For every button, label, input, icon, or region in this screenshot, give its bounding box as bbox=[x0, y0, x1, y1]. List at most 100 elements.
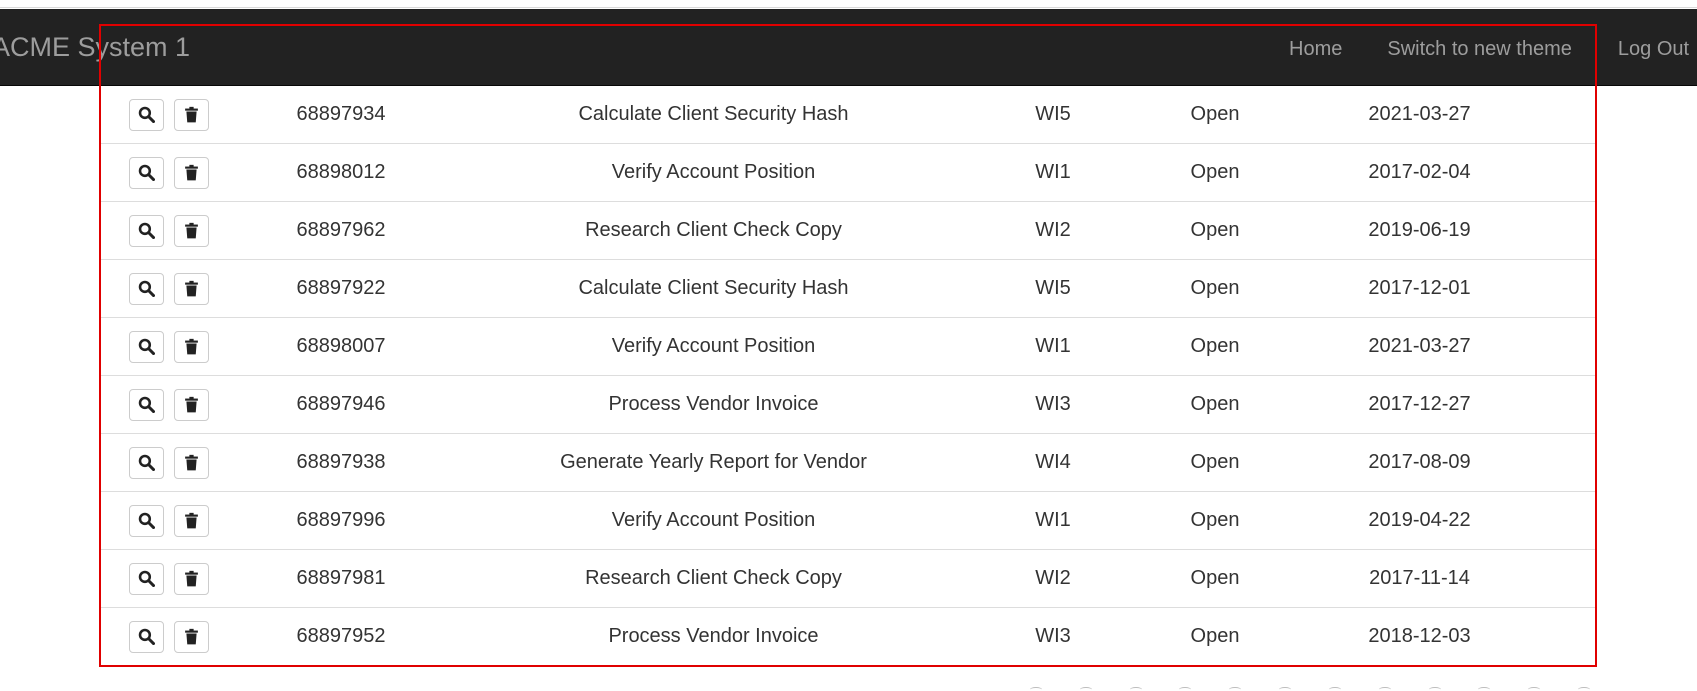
trash-icon bbox=[184, 338, 198, 355]
work-item-status: Open bbox=[1124, 143, 1306, 202]
delete-button[interactable] bbox=[173, 272, 209, 305]
work-item-id: 68897938 bbox=[237, 433, 445, 492]
trash-icon bbox=[184, 512, 198, 529]
work-item-id: 68897922 bbox=[237, 259, 445, 318]
work-item-description: Verify Account Position bbox=[445, 491, 982, 550]
view-button[interactable] bbox=[129, 620, 165, 653]
page: ACME System 1 Home Switch to new theme L… bbox=[0, 0, 1697, 691]
trash-icon bbox=[184, 570, 198, 587]
search-icon bbox=[138, 396, 156, 413]
work-item-id: 68897946 bbox=[237, 375, 445, 434]
table-row: 68897922 Calculate Client Security Hash … bbox=[101, 259, 1597, 318]
row-spacer bbox=[1533, 375, 1597, 434]
work-item-date: 2019-06-19 bbox=[1306, 201, 1533, 260]
view-button[interactable] bbox=[129, 98, 165, 131]
work-item-id: 68897962 bbox=[237, 201, 445, 260]
row-actions bbox=[101, 259, 237, 318]
work-items-table: 68897934 Calculate Client Security Hash … bbox=[101, 86, 1597, 666]
table-row: 68898012 Verify Account Position WI1 Ope… bbox=[101, 143, 1597, 202]
table-row: 68897938 Generate Yearly Report for Vend… bbox=[101, 433, 1597, 492]
work-item-id: 68898012 bbox=[237, 143, 445, 202]
work-item-id: 68897996 bbox=[237, 491, 445, 550]
work-item-type: WI3 bbox=[982, 375, 1124, 434]
table-row: 68897996 Verify Account Position WI1 Ope… bbox=[101, 491, 1597, 550]
row-actions bbox=[101, 375, 237, 434]
work-item-id: 68897981 bbox=[237, 549, 445, 608]
row-spacer bbox=[1533, 143, 1597, 202]
search-icon bbox=[138, 280, 156, 297]
work-item-status: Open bbox=[1124, 375, 1306, 434]
row-actions bbox=[101, 491, 237, 550]
row-actions bbox=[101, 317, 237, 376]
work-item-description: Process Vendor Invoice bbox=[445, 375, 982, 434]
delete-button[interactable] bbox=[173, 98, 209, 131]
trash-icon bbox=[184, 628, 198, 645]
work-item-type: WI1 bbox=[982, 317, 1124, 376]
browser-top-strip bbox=[0, 0, 1697, 8]
row-actions bbox=[101, 433, 237, 492]
work-item-type: WI1 bbox=[982, 491, 1124, 550]
search-icon bbox=[138, 222, 156, 239]
work-item-type: WI1 bbox=[982, 143, 1124, 202]
work-item-status: Open bbox=[1124, 549, 1306, 608]
search-icon bbox=[138, 338, 156, 355]
view-button[interactable] bbox=[129, 214, 165, 247]
row-spacer bbox=[1533, 433, 1597, 492]
work-item-date: 2017-12-01 bbox=[1306, 259, 1533, 318]
work-item-type: WI3 bbox=[982, 607, 1124, 666]
view-button[interactable] bbox=[129, 330, 165, 363]
row-actions bbox=[101, 607, 237, 666]
work-item-date: 2021-03-27 bbox=[1306, 317, 1533, 376]
delete-button[interactable] bbox=[173, 562, 209, 595]
table-row: 68897934 Calculate Client Security Hash … bbox=[101, 86, 1597, 144]
work-item-status: Open bbox=[1124, 433, 1306, 492]
work-item-description: Calculate Client Security Hash bbox=[445, 259, 982, 318]
view-button[interactable] bbox=[129, 272, 165, 305]
table-row: 68897981 Research Client Check Copy WI2 … bbox=[101, 549, 1597, 608]
work-item-type: WI5 bbox=[982, 259, 1124, 318]
work-item-description: Process Vendor Invoice bbox=[445, 607, 982, 666]
work-item-type: WI4 bbox=[982, 433, 1124, 492]
work-item-status: Open bbox=[1124, 607, 1306, 666]
search-icon bbox=[138, 628, 156, 645]
brand-title[interactable]: ACME System 1 bbox=[0, 31, 190, 63]
work-item-date: 2017-12-27 bbox=[1306, 375, 1533, 434]
nav-logout-link[interactable]: Log Out bbox=[1618, 37, 1689, 61]
row-actions bbox=[101, 86, 237, 144]
delete-button[interactable] bbox=[173, 620, 209, 653]
search-icon bbox=[138, 512, 156, 529]
table-row: 68897952 Process Vendor Invoice WI3 Open… bbox=[101, 607, 1597, 666]
view-button[interactable] bbox=[129, 562, 165, 595]
work-item-id: 68897952 bbox=[237, 607, 445, 666]
work-item-status: Open bbox=[1190, 103, 1240, 125]
row-spacer bbox=[1533, 86, 1597, 144]
view-button[interactable] bbox=[129, 388, 165, 421]
view-button[interactable] bbox=[129, 504, 165, 537]
work-item-description: Calculate Client Security Hash bbox=[578, 103, 849, 125]
table-row: 68897962 Research Client Check Copy WI2 … bbox=[101, 201, 1597, 260]
row-spacer bbox=[1533, 201, 1597, 260]
view-button[interactable] bbox=[129, 156, 165, 189]
work-item-type: WI2 bbox=[982, 549, 1124, 608]
work-item-id: 68897934 bbox=[296, 103, 386, 125]
delete-button[interactable] bbox=[173, 156, 209, 189]
delete-button[interactable] bbox=[173, 504, 209, 537]
delete-button[interactable] bbox=[173, 388, 209, 421]
work-item-status: Open bbox=[1124, 201, 1306, 260]
work-item-date: 2017-02-04 bbox=[1306, 143, 1533, 202]
work-item-description: Verify Account Position bbox=[445, 317, 982, 376]
work-item-status: Open bbox=[1124, 259, 1306, 318]
trash-icon bbox=[184, 222, 198, 239]
delete-button[interactable] bbox=[173, 330, 209, 363]
view-button[interactable] bbox=[129, 446, 165, 479]
nav-switch-theme-link[interactable]: Switch to new theme bbox=[1387, 37, 1572, 61]
row-actions bbox=[101, 549, 237, 608]
delete-button[interactable] bbox=[173, 446, 209, 479]
work-item-id: 68898007 bbox=[237, 317, 445, 376]
nav-home-link[interactable]: Home bbox=[1289, 37, 1342, 61]
trash-icon bbox=[184, 280, 198, 297]
trash-icon bbox=[184, 396, 198, 413]
search-icon bbox=[138, 106, 156, 123]
row-actions bbox=[101, 201, 237, 260]
delete-button[interactable] bbox=[173, 214, 209, 247]
